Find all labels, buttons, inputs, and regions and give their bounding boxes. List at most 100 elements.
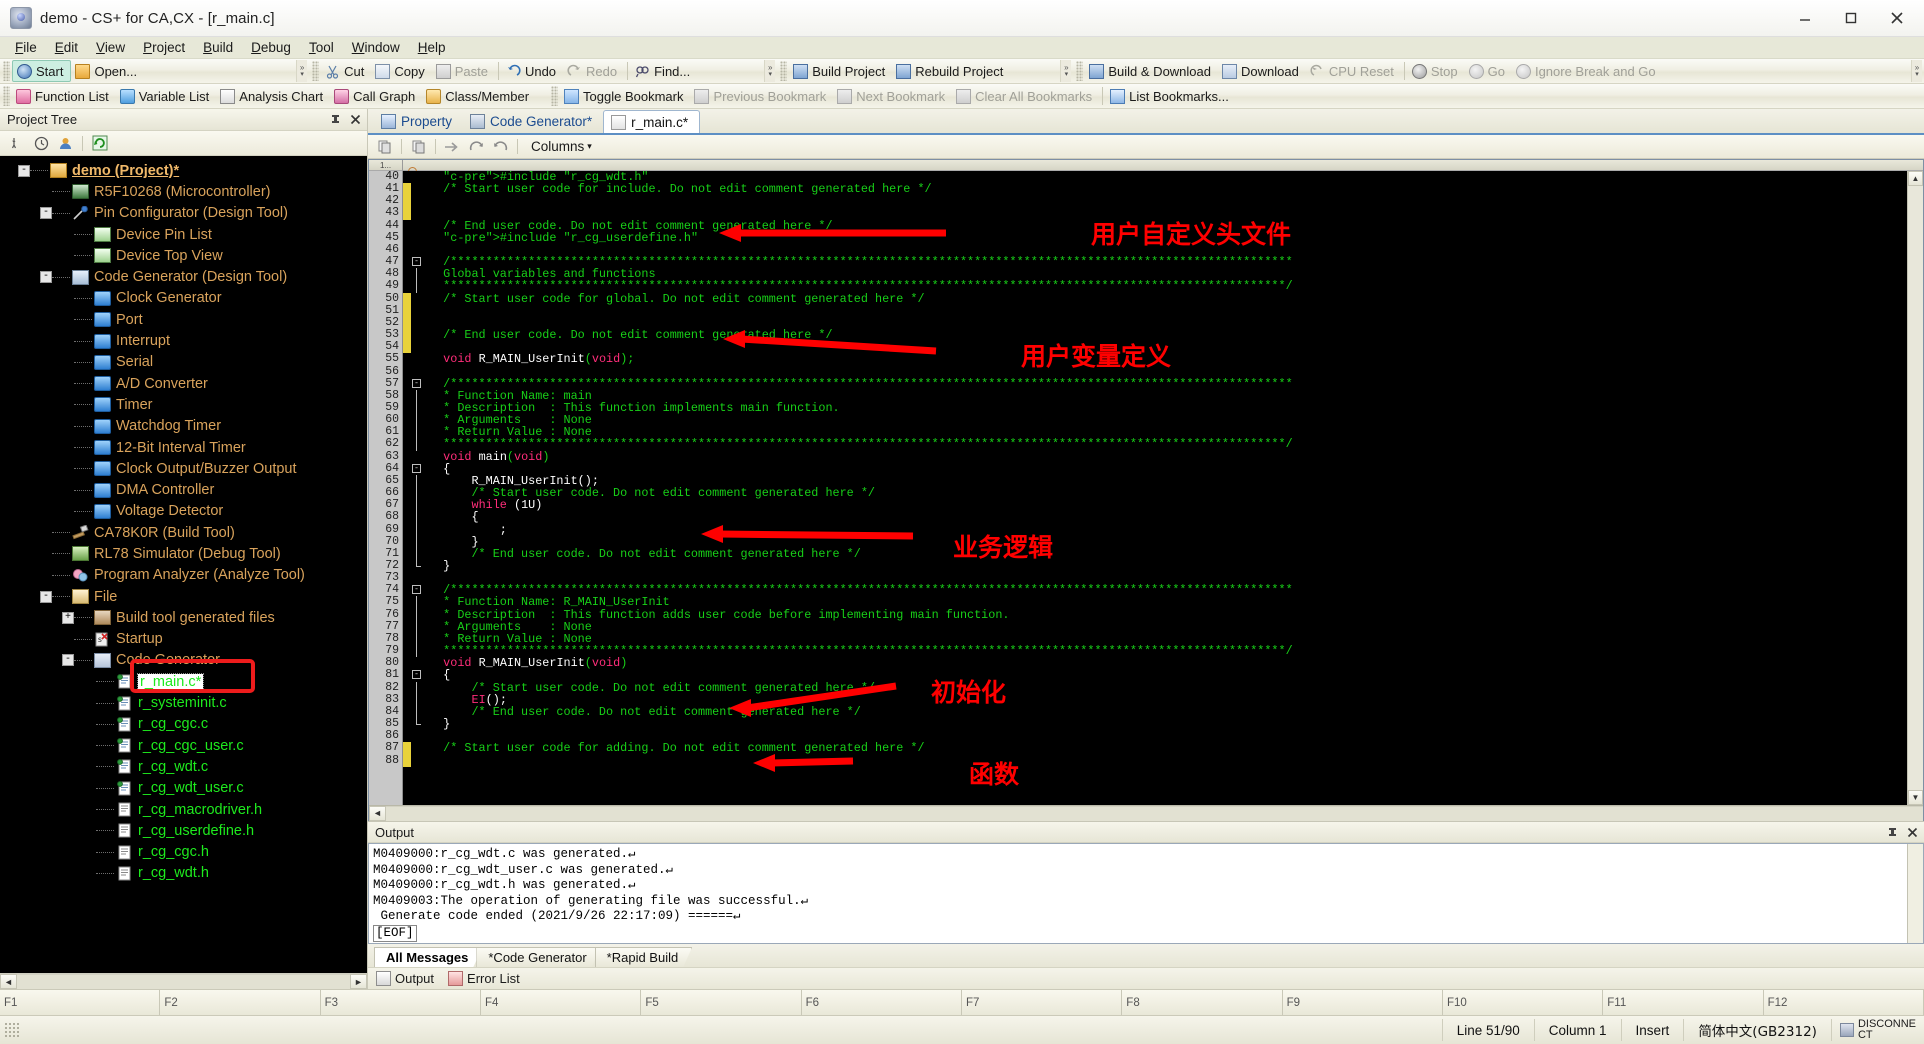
tree-node-clock-output-buzzer-output[interactable]: Clock Output/Buzzer Output — [0, 458, 367, 479]
toolbar-go-button[interactable]: Go — [1465, 60, 1512, 82]
toolbar-next-bookmark-button[interactable]: Next Bookmark — [833, 85, 952, 107]
fold-marker[interactable] — [411, 620, 423, 633]
fold-marker[interactable] — [411, 171, 423, 183]
fold-marker[interactable] — [411, 389, 423, 402]
code-line[interactable]: /* Start user code. Do not edit comment … — [429, 487, 1907, 499]
toolbar-grip-3[interactable] — [780, 61, 788, 81]
toolbar-redo-button[interactable]: Redo — [563, 60, 624, 82]
toolbar-stop-button[interactable]: Stop — [1408, 60, 1465, 82]
function-key-f8[interactable]: F8 — [1122, 990, 1283, 1015]
toolbar-grip-4[interactable] — [1076, 61, 1084, 81]
menu-help[interactable]: Help — [409, 38, 455, 57]
fold-marker[interactable] — [411, 657, 423, 669]
fold-marker[interactable] — [411, 693, 423, 706]
fold-marker[interactable] — [411, 268, 423, 281]
tree-node-r-cg-cgc-h[interactable]: r_cg_cgc.h — [0, 842, 367, 863]
fold-marker[interactable] — [411, 207, 423, 219]
fold-marker[interactable] — [411, 232, 423, 244]
fold-marker[interactable] — [411, 608, 423, 621]
user-icon[interactable] — [56, 134, 74, 152]
toolbar-toggle-bookmark-button[interactable]: Toggle Bookmark — [560, 85, 690, 107]
menu-view[interactable]: View — [87, 38, 134, 57]
fold-marker[interactable] — [411, 755, 423, 767]
fold-marker[interactable] — [411, 244, 423, 256]
toolbar-start-button[interactable]: Start — [12, 60, 72, 82]
tree-node-device-pin-list[interactable]: Device Pin List — [0, 224, 367, 245]
tree-node-r-cg-macrodriver-h[interactable]: r_cg_macrodriver.h — [0, 799, 367, 820]
fold-marker[interactable] — [411, 718, 423, 730]
code-vscrollbar[interactable]: ▲ ▼ — [1907, 171, 1923, 805]
fold-marker[interactable] — [411, 487, 423, 500]
footer-output-button[interactable]: Output — [376, 971, 434, 986]
fold-marker[interactable]: - — [411, 378, 423, 390]
toolbar-copy-button[interactable]: Copy — [371, 60, 431, 82]
minimize-button[interactable] — [1782, 3, 1828, 33]
output-pin-icon[interactable] — [1884, 824, 1900, 840]
copy-block-icon[interactable] — [409, 138, 428, 156]
close-button[interactable] — [1874, 3, 1920, 33]
toolbar-find-button[interactable]: Find... — [631, 60, 697, 82]
toolbar-ignore-break-go-button[interactable]: Ignore Break and Go — [1512, 60, 1663, 82]
tab-code-generator[interactable]: Code Generator* — [463, 110, 603, 133]
fold-marker[interactable] — [411, 183, 423, 195]
code-line[interactable]: ****************************************… — [429, 438, 1907, 450]
copy-line-icon[interactable] — [375, 138, 394, 156]
code-line[interactable]: "c-pre">#include "r_cg_userdefine.h" — [429, 232, 1907, 244]
code-hscroll-track[interactable] — [386, 805, 1923, 821]
fold-marker[interactable] — [411, 305, 423, 317]
code-hscrollbar[interactable]: ◄ — [369, 805, 1923, 821]
code-line[interactable]: void main(void) — [429, 450, 1907, 462]
fold-marker[interactable] — [411, 511, 423, 524]
fold-marker[interactable] — [411, 596, 423, 609]
fold-marker[interactable] — [411, 366, 423, 378]
tree-scroll-left-icon[interactable]: ◄ — [0, 974, 17, 989]
toolbar-call-graph-button[interactable]: Call Graph — [330, 85, 422, 107]
function-key-f4[interactable]: F4 — [480, 990, 642, 1015]
tree-toggle[interactable]: + — [62, 611, 74, 624]
menu-window[interactable]: Window — [343, 38, 409, 57]
fold-marker[interactable] — [411, 535, 423, 548]
code-line[interactable] — [429, 341, 1907, 353]
code-line[interactable]: * Arguments : None — [429, 414, 1907, 426]
tree-node-serial[interactable]: Serial — [0, 352, 367, 373]
code-line[interactable]: /* Start user code. Do not edit comment … — [429, 681, 1907, 694]
tree-node-voltage-detector[interactable]: Voltage Detector — [0, 501, 367, 522]
toolbar-overflow-3[interactable]: » ▾ — [1060, 60, 1072, 82]
function-key-f9[interactable]: F9 — [1282, 990, 1443, 1015]
tree-node-demo-project[interactable]: - demo (Project)* — [0, 160, 367, 181]
tree-toggle[interactable]: - — [62, 654, 74, 667]
tree-node-startup[interactable]: s Startup — [0, 629, 367, 650]
function-key-f6[interactable]: F6 — [801, 990, 962, 1015]
toolbar-open-button[interactable]: Open... — [71, 60, 144, 82]
fold-marker[interactable] — [411, 353, 423, 365]
function-key-f1[interactable]: F1 — [0, 990, 161, 1015]
toolbar-analysis-chart-button[interactable]: Analysis Chart — [216, 85, 330, 107]
fold-marker[interactable] — [411, 499, 423, 512]
tree-node-program-analyzer-analyze-tool[interactable]: Program Analyzer (Analyze Tool) — [0, 565, 367, 586]
menu-build[interactable]: Build — [194, 38, 242, 57]
toolbar-function-list-button[interactable]: Function List — [12, 85, 116, 107]
tree-node-r-cg-cgc-c[interactable]: r_cg_cgc.c — [0, 714, 367, 735]
fold-marker[interactable] — [411, 705, 423, 719]
output-text[interactable]: M0409000:r_cg_wdt.c was generated.↵ M0409… — [368, 843, 1924, 944]
code-line[interactable]: * Description : This function implements… — [429, 402, 1907, 414]
menu-debug[interactable]: Debug — [242, 38, 300, 57]
function-key-f10[interactable]: F10 — [1442, 990, 1604, 1015]
tree-node-r-cg-wdt-c[interactable]: r_cg_wdt.c — [0, 756, 367, 777]
fold-marker[interactable] — [411, 632, 423, 646]
fold-marker[interactable] — [411, 742, 423, 754]
code-line[interactable]: { — [429, 463, 1907, 475]
goto-icon[interactable] — [443, 138, 462, 156]
function-key-f7[interactable]: F7 — [961, 990, 1123, 1015]
tree-node-r-systeminit-c[interactable]: r_systeminit.c — [0, 692, 367, 713]
maximize-button[interactable] — [1828, 3, 1874, 33]
function-key-f11[interactable]: F11 — [1603, 990, 1764, 1015]
toolbar-list-bookmarks-button[interactable]: List Bookmarks... — [1106, 85, 1236, 107]
code-scroll-down-icon[interactable]: ▼ — [1908, 790, 1923, 805]
fold-marker[interactable] — [411, 474, 423, 488]
output-tab-code-generator[interactable]: *Code Generator — [476, 947, 600, 967]
tab-r-main-c[interactable]: r_main.c* — [603, 110, 701, 133]
fold-marker[interactable] — [411, 280, 423, 293]
fold-marker[interactable]: - — [411, 256, 423, 268]
tree-node-port[interactable]: Port — [0, 309, 367, 330]
